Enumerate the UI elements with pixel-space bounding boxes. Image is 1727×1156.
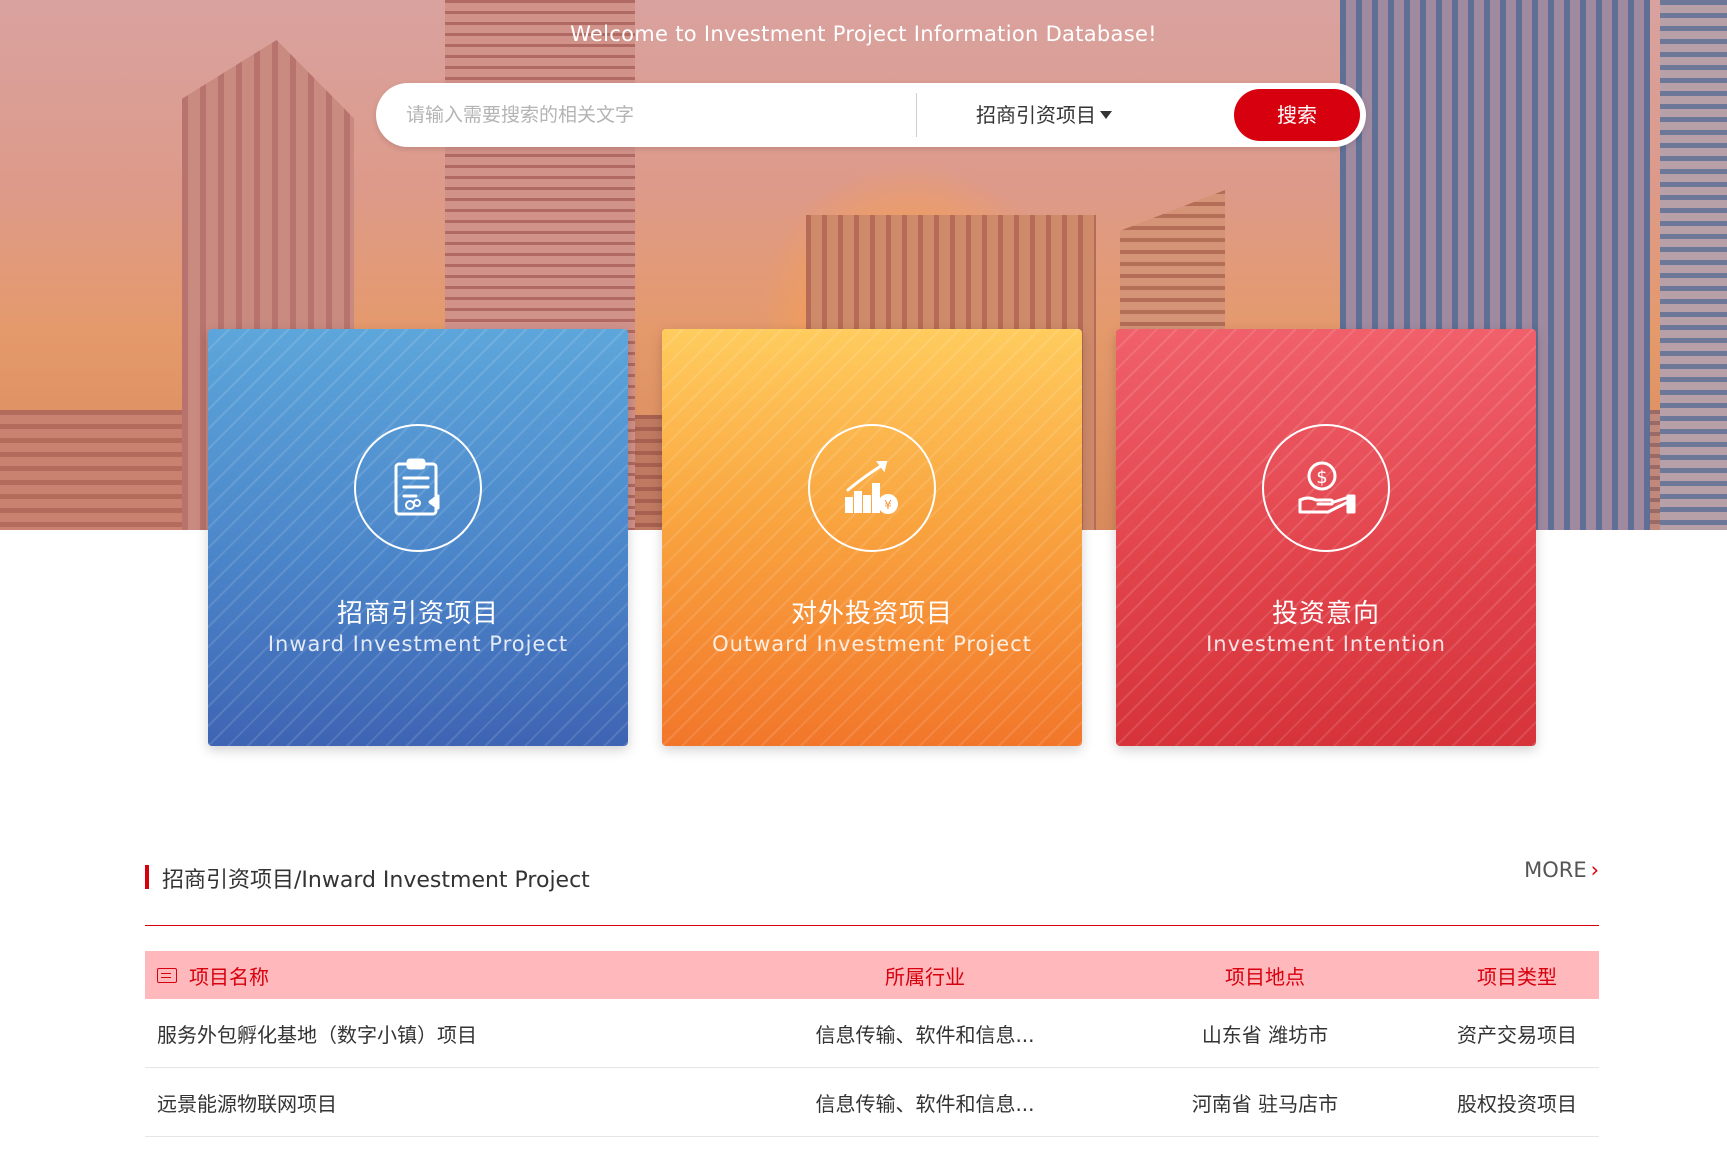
card-inward-investment[interactable]: 招商引资项目 Inward Investment Project <box>208 329 628 746</box>
card-title-cn: 对外投资项目 <box>790 599 953 629</box>
card-investment-intention[interactable]: $ 投资意向 Investment Intention <box>1116 329 1536 746</box>
money-hand-icon: $ <box>1298 461 1356 514</box>
search-bar: 招商引资项目 搜索 <box>376 83 1366 147</box>
welcome-text: Welcome to Investment Project Informatio… <box>570 22 1157 46</box>
card-title-cn: 招商引资项目 <box>336 599 499 629</box>
section-divider <box>145 925 1599 926</box>
list-icon <box>157 967 177 983</box>
column-header-location: 项目地点 <box>1225 964 1305 989</box>
building-left-low <box>0 410 190 530</box>
cell-project-name: 远景能源物联网项目 <box>157 1091 337 1116</box>
cell-type: 资产交易项目 <box>1457 1022 1577 1047</box>
column-header-name: 项目名称 <box>157 951 269 999</box>
search-divider <box>916 93 917 137</box>
card-outward-investment[interactable]: ¥ 对外投资项目 Outward Investment Project <box>662 329 1082 746</box>
svg-text:$: $ <box>1316 467 1327 488</box>
card-title-en: Inward Investment Project <box>267 632 569 656</box>
clipboard-icon <box>394 458 440 516</box>
cell-location: 山东省 潍坊市 <box>1201 1022 1329 1047</box>
search-input[interactable] <box>406 95 926 135</box>
category-select-label: 招商引资项目 <box>976 103 1096 127</box>
card-title-en: Investment Intention <box>1206 632 1446 656</box>
cell-location: 河南省 驻马店市 <box>1191 1091 1339 1116</box>
card-icon-ring: $ <box>1262 424 1390 552</box>
column-header-label: 项目名称 <box>189 964 269 989</box>
more-link[interactable]: MORE › <box>1524 858 1599 882</box>
more-label: MORE <box>1524 858 1587 882</box>
project-table: 项目名称 所属行业 项目地点 项目类型 服务外包孵化基地（数字小镇）项目 信息传… <box>145 951 1599 1137</box>
card-title-cn: 投资意向 <box>1271 599 1380 629</box>
cell-industry: 信息传输、软件和信息... <box>815 1091 1035 1116</box>
building-edge-tower <box>1660 0 1727 530</box>
column-header-type: 项目类型 <box>1477 964 1557 989</box>
table-row[interactable]: 远景能源物联网项目 信息传输、软件和信息... 河南省 驻马店市 股权投资项目 <box>145 1068 1599 1137</box>
category-select[interactable]: 招商引资项目 <box>976 83 1112 147</box>
cell-industry: 信息传输、软件和信息... <box>815 1022 1035 1047</box>
table-header: 项目名称 所属行业 项目地点 项目类型 <box>145 951 1599 999</box>
card-icon-ring <box>354 424 482 552</box>
card-title-en: Outward Investment Project <box>712 632 1032 656</box>
growth-chart-icon: ¥ <box>845 461 898 514</box>
svg-text:¥: ¥ <box>884 498 892 512</box>
card-icon-ring: ¥ <box>808 424 936 552</box>
section-accent-bar <box>145 865 149 889</box>
table-row[interactable]: 服务外包孵化基地（数字小镇）项目 信息传输、软件和信息... 山东省 潍坊市 资… <box>145 999 1599 1068</box>
section-title: 招商引资项目/Inward Investment Project <box>162 868 590 893</box>
column-header-industry: 所属行业 <box>885 964 965 989</box>
cell-type: 股权投资项目 <box>1457 1091 1577 1116</box>
section-header: 招商引资项目/Inward Investment Project MORE › <box>145 858 1599 902</box>
search-button[interactable]: 搜索 <box>1234 89 1360 141</box>
caret-down-icon <box>1100 111 1112 119</box>
chevron-right-icon: › <box>1590 858 1599 882</box>
cell-project-name: 服务外包孵化基地（数字小镇）项目 <box>157 1022 477 1047</box>
